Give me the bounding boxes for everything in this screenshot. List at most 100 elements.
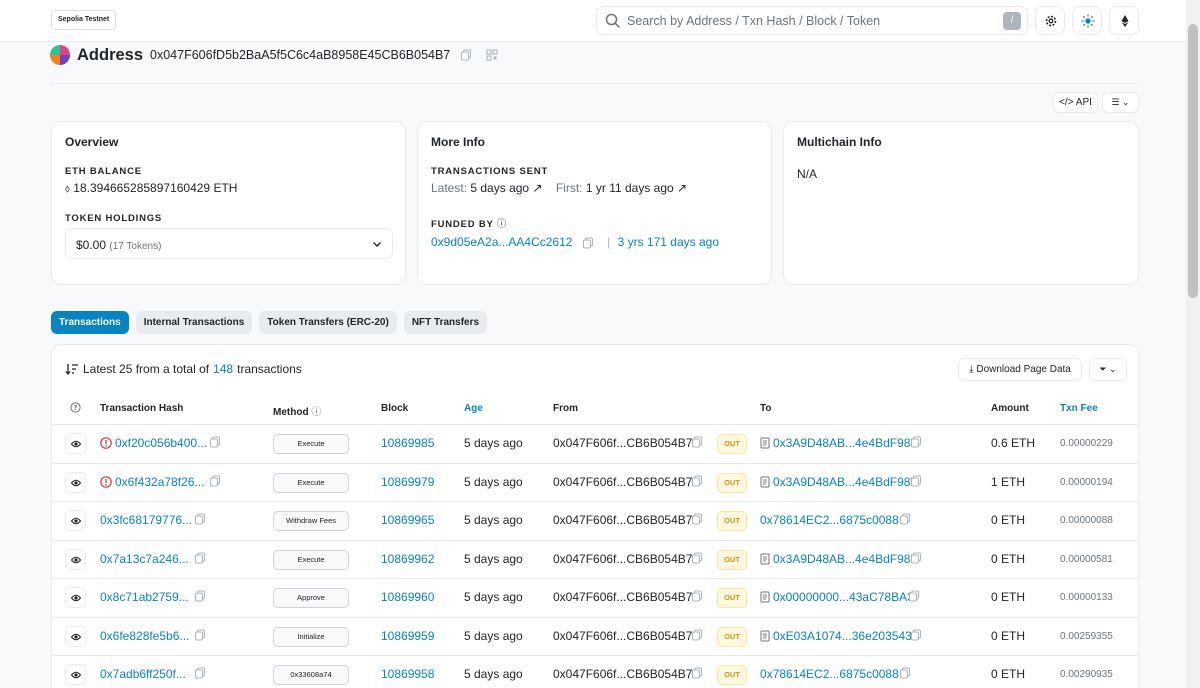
block-link[interactable]: 10869962: [381, 552, 434, 566]
first-value[interactable]: 1 yr 11 days ago: [586, 181, 674, 195]
from-address[interactable]: 0x047F606f...CB6B054B7: [553, 475, 692, 489]
tx-hash-link[interactable]: 0xf20c056b400...: [115, 436, 207, 450]
ethereum-icon: [1121, 15, 1129, 27]
tab-token-transfers[interactable]: Token Transfers (ERC-20): [259, 311, 397, 334]
token-holdings-dropdown[interactable]: $0.00 (17 Tokens): [65, 228, 393, 259]
from-address[interactable]: 0x047F606f...CB6B054B7: [553, 552, 692, 566]
tx-hash-link[interactable]: 0x6f432a78f26...: [115, 475, 204, 489]
from-address[interactable]: 0x047F606f...CB6B054B7: [553, 513, 692, 527]
preview-button[interactable]: [65, 664, 86, 685]
block-link[interactable]: 10869958: [381, 667, 434, 681]
copy-icon[interactable]: [910, 628, 922, 644]
table-row: 0x6f432a78f26... Execute 10869979 5 days ag…: [52, 464, 1138, 502]
to-address-link[interactable]: 0x78614EC2...6875c0088: [760, 513, 899, 527]
svg-text:?: ?: [73, 404, 77, 412]
copy-icon[interactable]: [691, 474, 703, 490]
copy-icon[interactable]: [691, 628, 703, 644]
copy-icon[interactable]: [209, 474, 221, 490]
copy-icon[interactable]: [582, 237, 594, 249]
from-address[interactable]: 0x047F606f...CB6B054B7: [553, 667, 692, 681]
copy-icon[interactable]: [194, 551, 206, 567]
copy-icon[interactable]: [910, 474, 922, 490]
funded-by-age[interactable]: 3 yrs 171 days ago: [618, 235, 719, 249]
copy-icon[interactable]: [194, 667, 206, 682]
search-shortcut: /: [1003, 12, 1021, 30]
from-address[interactable]: 0x047F606f...CB6B054B7: [553, 436, 692, 450]
block-link[interactable]: 10869965: [381, 513, 434, 527]
copy-icon[interactable]: [691, 551, 703, 567]
to-address-link[interactable]: 0xE03A1074...36e203543: [773, 629, 912, 643]
tx-hash-link[interactable]: 0x7adb6ff250f...: [100, 667, 186, 681]
page-scrollbar[interactable]: [1186, 0, 1200, 688]
preview-button[interactable]: [65, 471, 86, 493]
block-link[interactable]: 10869960: [381, 590, 434, 604]
download-button[interactable]: ⤓ Download Page Data: [958, 358, 1082, 381]
tx-hash-link[interactable]: 0x6fe828fe5b6...: [100, 629, 189, 643]
method-badge: Execute: [273, 549, 349, 570]
summary-count[interactable]: 148: [213, 362, 233, 376]
copy-icon[interactable]: [460, 49, 472, 61]
search-placeholder[interactable]: Search by Address / Txn Hash / Block / T…: [627, 14, 880, 28]
view-options-button[interactable]: ☰ ⌄: [1102, 92, 1139, 113]
latest-value[interactable]: 5 days ago: [470, 181, 529, 195]
preview-button[interactable]: [65, 433, 86, 454]
tab-internal-transactions[interactable]: Internal Transactions: [135, 311, 253, 334]
arrow-up-right-icon[interactable]: ↗: [677, 181, 687, 195]
copy-icon[interactable]: [194, 628, 206, 644]
col-age[interactable]: Age: [464, 403, 483, 414]
tab-transactions[interactable]: Transactions: [51, 311, 129, 334]
preview-button[interactable]: [65, 510, 86, 531]
funded-by-text: FUNDED BY: [431, 219, 494, 230]
search-box[interactable]: Search by Address / Txn Hash / Block / T…: [596, 6, 1028, 35]
help-icon[interactable]: ?: [70, 402, 81, 416]
arrow-up-right-icon[interactable]: ↗: [532, 181, 542, 195]
qr-code-icon[interactable]: [486, 49, 498, 61]
copy-icon[interactable]: [691, 513, 703, 528]
tx-amount: 1 ETH: [991, 474, 1026, 489]
to-address-link[interactable]: 0x78614EC2...6875c0088: [760, 667, 899, 681]
copy-icon[interactable]: [910, 436, 922, 451]
to-address-link[interactable]: 0x3A9D48AB...4e4BdF98b: [773, 436, 917, 450]
preview-button[interactable]: [65, 587, 86, 608]
copy-icon[interactable]: [194, 513, 206, 528]
tab-nft-transfers[interactable]: NFT Transfers: [403, 311, 488, 334]
copy-icon[interactable]: [691, 436, 703, 451]
chevron-down-icon: ⌄: [1122, 97, 1130, 107]
preview-button[interactable]: [65, 625, 86, 647]
settings-button[interactable]: [1035, 6, 1065, 35]
tx-hash-link[interactable]: 0x7a13c7a246...: [100, 552, 189, 566]
block-link[interactable]: 10869979: [381, 475, 434, 489]
copy-icon[interactable]: [908, 590, 920, 605]
to-address-link[interactable]: 0x3A9D48AB...4e4BdF98b: [773, 552, 917, 566]
block-link[interactable]: 10869959: [381, 629, 434, 643]
direction-badge: OUT: [717, 511, 747, 531]
method-badge: Execute: [273, 434, 349, 454]
filter-button[interactable]: ⏷ ⌄: [1089, 358, 1127, 381]
copy-icon[interactable]: [899, 513, 911, 528]
address-hash[interactable]: 0x047F606fD5b2BaA5f5C6c4aB8958E45CB6B054…: [150, 48, 450, 62]
tx-hash-link[interactable]: 0x8c71ab2759...: [100, 590, 189, 604]
funded-by-address[interactable]: 0x9d05eA2a...AA4Cc2612: [431, 235, 572, 249]
to-address-link[interactable]: 0x00000000...43aC78BA3: [773, 590, 914, 604]
network-switch-button[interactable]: [1109, 6, 1139, 35]
from-address[interactable]: 0x047F606f...CB6B054B7: [553, 590, 692, 604]
from-address[interactable]: 0x047F606f...CB6B054B7: [553, 629, 692, 643]
top-bar: Sepolia Testnet Search by Address / Txn …: [0, 0, 1186, 42]
col-method: Method ⓘ: [273, 403, 321, 418]
copy-icon[interactable]: [910, 551, 922, 567]
preview-button[interactable]: [65, 548, 86, 570]
copy-icon[interactable]: [209, 436, 221, 451]
tx-hash-link[interactable]: 0x3fc68179776...: [100, 513, 192, 527]
to-address-link[interactable]: 0x3A9D48AB...4e4BdF98b: [773, 475, 917, 489]
copy-icon[interactable]: [899, 667, 911, 682]
theme-button[interactable]: [1072, 6, 1102, 35]
api-button[interactable]: </> API: [1053, 92, 1098, 113]
col-fee[interactable]: Txn Fee: [1060, 403, 1098, 414]
copy-icon[interactable]: [691, 667, 703, 682]
tx-fee: 0.00000581: [1060, 553, 1113, 565]
eye-icon: [71, 517, 81, 525]
copy-icon[interactable]: [691, 590, 703, 605]
block-link[interactable]: 10869985: [381, 436, 434, 450]
copy-icon[interactable]: [194, 590, 206, 605]
scrollbar-thumb[interactable]: [1188, 24, 1198, 298]
